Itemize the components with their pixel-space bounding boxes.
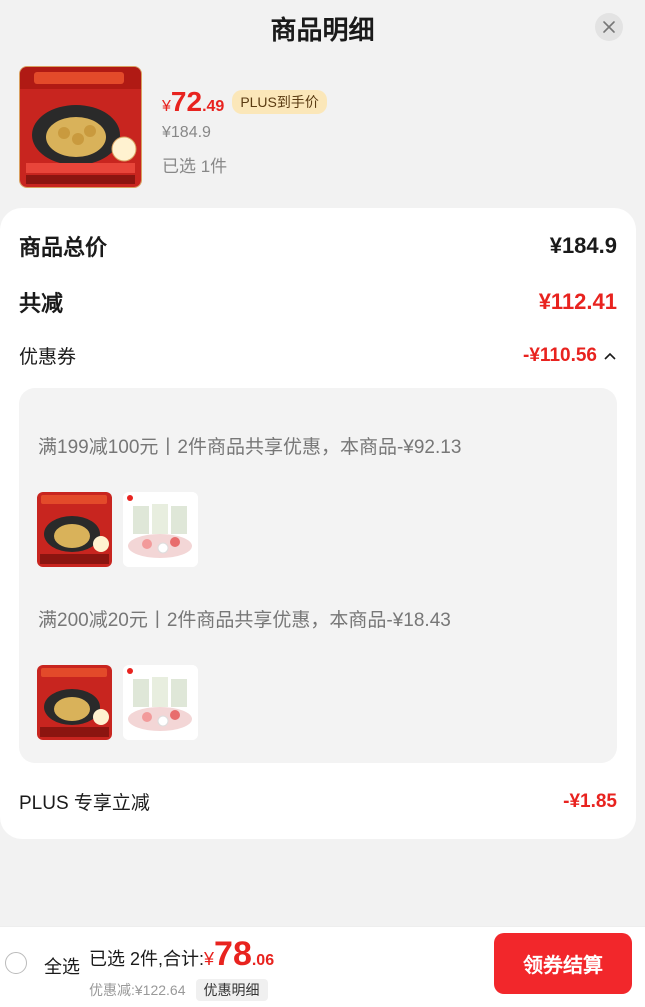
- price-breakdown-card: 商品总价 ¥184.9 共减 ¥112.41 优惠券 -¥110.56 满199…: [0, 208, 636, 839]
- coupon-row[interactable]: 优惠券 -¥110.56: [19, 342, 617, 369]
- checkout-button[interactable]: 领券结算: [494, 933, 632, 994]
- total-integer: 78: [214, 935, 252, 973]
- page-title: 商品明细: [270, 15, 375, 45]
- price-integer: 72: [170, 86, 203, 117]
- coupon-rule-2: 满200减20元丨2件商品共享优惠，本商品-¥18.43: [38, 610, 451, 631]
- coupon-value: -¥110.56: [523, 344, 597, 366]
- coupon-2-product-2-image: [123, 665, 198, 740]
- coupon-detail-panel: 满199减100元丨2件商品共享优惠，本商品-¥92.13 满200减20元丨2…: [19, 388, 617, 763]
- close-button[interactable]: [595, 13, 623, 41]
- plus-discount-label: PLUS 专享立减: [19, 793, 150, 814]
- total-label: 商品总价: [19, 235, 108, 260]
- reduce-value: ¥112.41: [538, 289, 617, 314]
- reduce-row: 共减 ¥112.41: [19, 286, 617, 318]
- plus-discount-value: -¥1.85: [563, 790, 617, 812]
- product-image: [19, 66, 142, 188]
- price-decimal: .49: [202, 98, 225, 115]
- plus-price-badge: PLUS到手价: [232, 90, 327, 114]
- reduce-label: 共减: [19, 291, 64, 316]
- coupon-label: 优惠券: [19, 347, 77, 368]
- total-value: ¥184.9: [549, 233, 617, 258]
- discount-amount: 优惠减:¥122.64: [89, 982, 186, 998]
- close-icon: [603, 21, 615, 33]
- checkout-bar: 全选 已选 2件,合计: ¥ 78 .06 优惠减:¥122.64 优惠明细 领…: [0, 926, 645, 1007]
- original-price: ¥184.9: [162, 124, 211, 141]
- select-all-checkbox[interactable]: [5, 952, 27, 974]
- coupon-2-product-1-image: [37, 665, 112, 740]
- discount-detail-link[interactable]: 优惠明细: [195, 979, 268, 1001]
- plus-discount-row: PLUS 专享立减 -¥1.85: [19, 788, 617, 815]
- chevron-up-icon[interactable]: [603, 351, 617, 361]
- product-price: ¥ 72 .49 PLUS到手价: [162, 86, 327, 118]
- price-currency: ¥: [162, 98, 171, 115]
- total-decimal: .06: [251, 952, 275, 969]
- coupon-rule-1: 满199减100元丨2件商品共享优惠，本商品-¥92.13: [38, 437, 462, 458]
- total-row: 商品总价 ¥184.9: [19, 230, 617, 262]
- total-currency: ¥: [204, 949, 215, 969]
- order-total: 已选 2件,合计: ¥ 78 .06: [89, 935, 274, 974]
- selected-count: 已选 1件: [162, 157, 228, 176]
- modal-header: 商品明细: [0, 0, 645, 56]
- coupon-1-product-2-image: [123, 492, 198, 567]
- coupon-1-product-1-image: [37, 492, 112, 567]
- discount-summary: 优惠减:¥122.64 优惠明细: [89, 979, 268, 1001]
- summary-label: 已选 2件,合计:: [89, 949, 205, 969]
- select-all-label[interactable]: 全选: [44, 953, 80, 979]
